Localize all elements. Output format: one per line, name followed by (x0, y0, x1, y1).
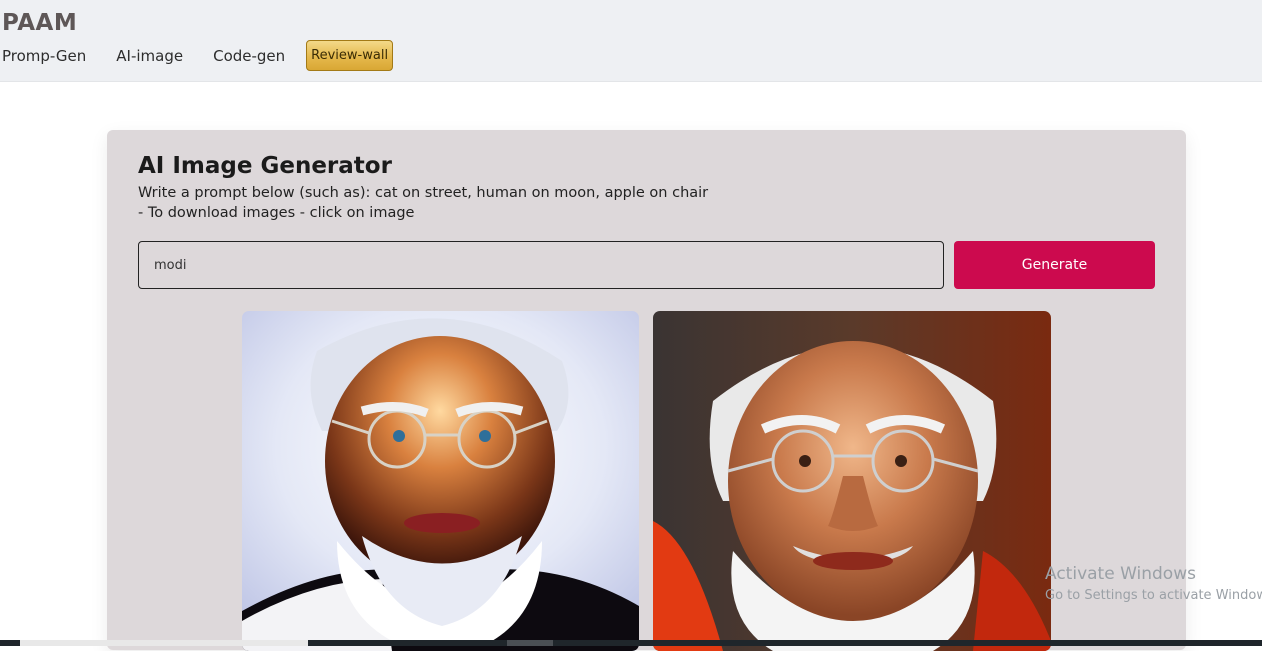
nav-link-ai-image[interactable]: AI-image (116, 42, 183, 70)
description-line-download-hint: - To download images - click on image (138, 205, 415, 221)
windows-activation-watermark: Activate Windows Go to Settings to activ… (1045, 563, 1262, 606)
generator-card: AI Image Generator Write a prompt below … (107, 130, 1186, 651)
watermark-subtitle: Go to Settings to activate Windows. (1045, 588, 1262, 603)
nav-link-review-wall[interactable]: Review-wall (306, 40, 394, 71)
nav-link-code-gen[interactable]: Code-gen (213, 42, 285, 70)
page-title: AI Image Generator (138, 153, 392, 179)
watermark-title: Activate Windows (1045, 564, 1196, 584)
brand-logo-text[interactable]: PAAM (2, 10, 77, 36)
prompt-input[interactable] (138, 241, 944, 289)
top-navbar: PAAM Promp-Gen AI-image Code-gen Review-… (0, 0, 1262, 82)
generated-image-1[interactable] (242, 311, 639, 651)
generated-portrait-image-icon (653, 311, 1051, 651)
generate-button[interactable]: Generate (954, 241, 1155, 289)
generated-image-2[interactable] (653, 311, 1051, 651)
nav-link-promp-gen[interactable]: Promp-Gen (2, 42, 86, 70)
taskbar-segment[interactable] (20, 640, 308, 646)
generator-description: Write a prompt below (such as): cat on s… (138, 183, 708, 223)
description-line-examples: Write a prompt below (such as): cat on s… (138, 185, 709, 201)
generated-portrait-image-icon (242, 311, 639, 651)
os-taskbar (0, 640, 1262, 646)
taskbar-segment[interactable] (507, 640, 553, 646)
main-nav: Promp-Gen AI-image Code-gen Review-wall (2, 40, 423, 71)
